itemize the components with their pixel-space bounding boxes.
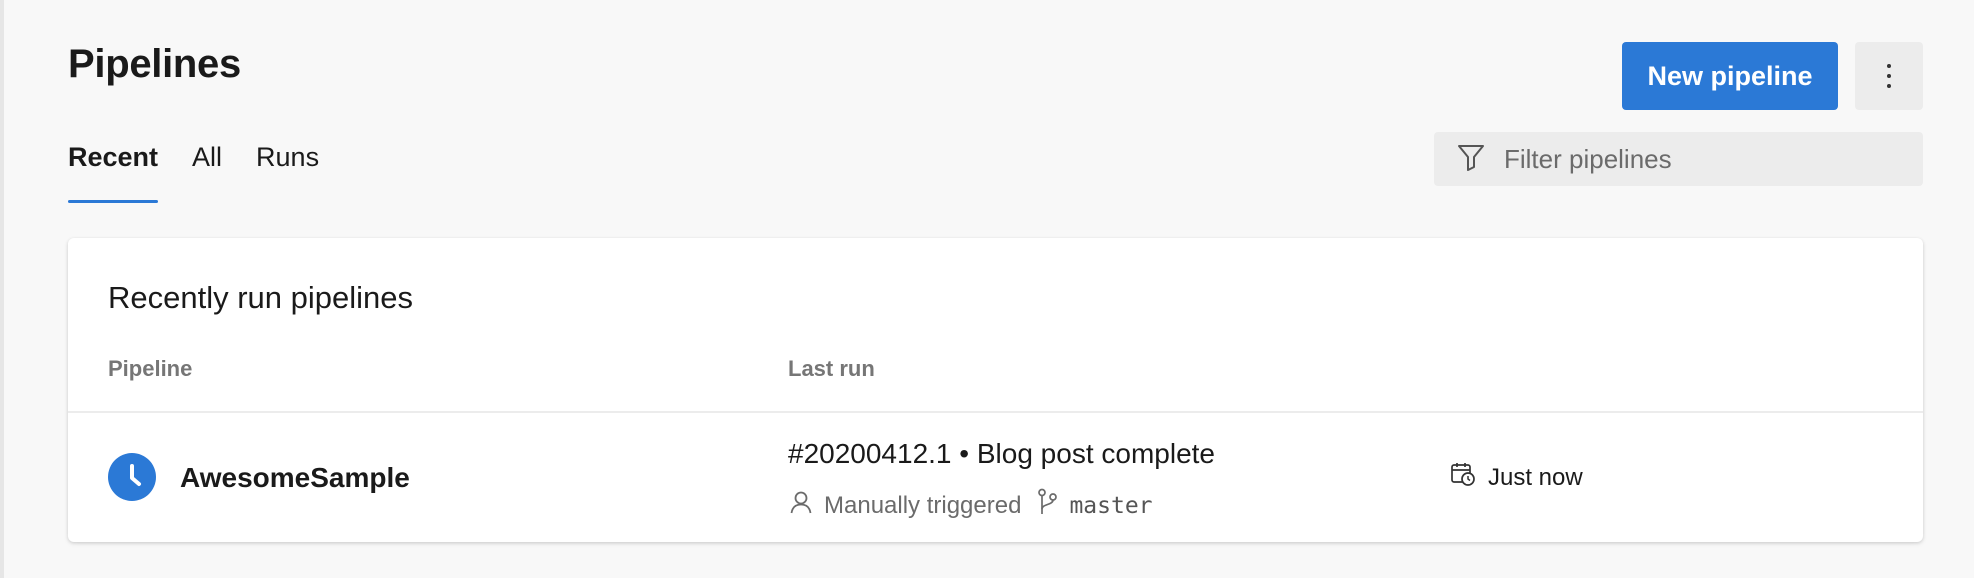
vertical-ellipsis-icon (1887, 64, 1891, 88)
new-pipeline-button[interactable]: New pipeline (1622, 42, 1838, 110)
run-time-text: Just now (1488, 463, 1583, 491)
run-meta: Manually triggered master (788, 488, 1153, 523)
trigger-text: Manually triggered (824, 491, 1022, 519)
run-time: Just now (1450, 461, 1583, 494)
page-title: Pipelines (68, 42, 241, 86)
run-title-link[interactable]: #20200412.1 • Blog post complete (788, 438, 1215, 470)
filter-funnel-icon (1456, 142, 1486, 177)
more-options-button[interactable] (1855, 42, 1923, 110)
tab-all[interactable]: All (192, 142, 222, 203)
tab-recent[interactable]: Recent (68, 142, 159, 203)
card-title: Recently run pipelines (108, 280, 414, 315)
column-header-last-run: Last run (788, 356, 875, 381)
left-edge-border (0, 0, 4, 578)
tab-runs[interactable]: Runs (256, 142, 319, 203)
column-header-pipeline: Pipeline (108, 356, 193, 381)
in-progress-clock-icon (108, 453, 156, 501)
recent-pipelines-card: Recently run pipelines Pipeline Last run… (68, 238, 1923, 542)
pipeline-name-link[interactable]: AwesomeSample (180, 462, 410, 494)
branch-name-link[interactable]: master (1069, 493, 1152, 519)
calendar-clock-icon (1450, 461, 1476, 494)
branch-icon (1037, 488, 1059, 523)
person-icon (788, 489, 814, 522)
pipeline-tabs: Recent All Runs (68, 142, 319, 203)
filter-pipelines-input[interactable]: Filter pipelines (1434, 132, 1923, 186)
filter-placeholder: Filter pipelines (1504, 143, 1672, 174)
